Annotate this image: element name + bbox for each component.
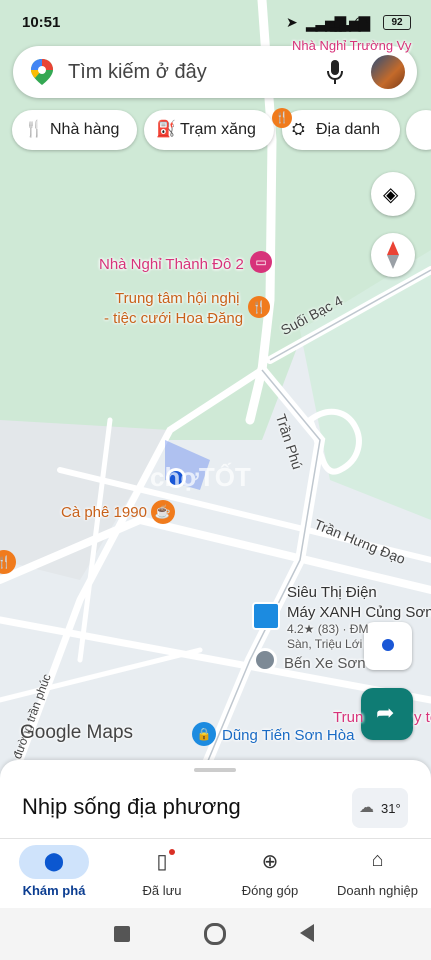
location-icon: ➤ [286, 14, 298, 30]
search-input[interactable]: Tìm kiếm ở đây [68, 61, 207, 84]
nav-label: Doanh nghiệp [337, 883, 418, 898]
sheet-handle[interactable] [194, 768, 236, 772]
back-icon[interactable] [300, 924, 314, 942]
explore-pin-icon: ⬤ [43, 851, 65, 871]
place-label[interactable]: Cà phê 1990 [61, 504, 147, 521]
home-icon[interactable] [204, 923, 226, 945]
watermark: chợTỐT [150, 462, 251, 492]
fork-knife-icon: 🍴 [24, 121, 44, 138]
place-address: Sàn, Triệu Lới [287, 637, 363, 651]
status-time: 10:51 [22, 14, 61, 31]
landmark-icon: ⛭ [292, 121, 305, 138]
hotel-pin-icon[interactable]: ▭ [250, 251, 272, 273]
nav-contribute[interactable]: ⊕ Đóng góp [216, 839, 324, 909]
directions-icon: ➦ [376, 700, 395, 725]
battery-icon: 92 [383, 15, 411, 30]
restaurant-pin-icon[interactable]: 🍴 [272, 108, 292, 128]
bookmark-icon: ▯ [156, 851, 168, 873]
bottom-navigation: ⬤ Khám phá ▯ Đã lưu ⊕ Đóng góp ⌂ Doanh n… [0, 838, 431, 909]
add-circle-icon: ⊕ [261, 851, 279, 873]
cafe-pin-icon[interactable]: ☕ [151, 500, 175, 524]
google-maps-logo: Google Maps [20, 722, 134, 743]
nav-label: Đóng góp [241, 883, 299, 898]
sheet-title: Nhịp sống địa phương [22, 794, 241, 819]
weather-chip[interactable]: ☁ 31° [352, 788, 408, 828]
chip-label: Trạm xăng [180, 121, 256, 138]
microphone-icon[interactable] [326, 59, 344, 85]
chip-label: Nhà hàng [50, 121, 120, 138]
my-location-icon [382, 639, 394, 651]
directions-button[interactable]: ➦ [361, 688, 413, 740]
shop-pin-icon[interactable]: 🔒 [192, 722, 216, 746]
my-location-button[interactable] [364, 622, 412, 670]
layers-button[interactable]: ◈ [371, 172, 415, 216]
system-navigation-bar [0, 908, 431, 960]
chip-restaurants[interactable]: 🍴 Nhà hàng [12, 110, 137, 150]
nav-label: Khám phá [22, 883, 86, 898]
place-label[interactable]: Bến Xe Sơn [284, 655, 366, 672]
wifi-icon: ◠ [354, 14, 368, 31]
nav-label: Đã lưu [142, 883, 182, 898]
compass-button[interactable] [371, 233, 415, 277]
place-label[interactable]: Máy XANH Củng Sơn [287, 604, 431, 621]
chip-label: Địa danh [316, 121, 381, 138]
place-label[interactable]: Dũng Tiến Sơn Hòa [222, 727, 354, 744]
search-bar[interactable]: Tìm kiếm ở đây [13, 46, 417, 98]
place-label[interactable]: Trun [333, 709, 363, 726]
place-label[interactable]: y tế [414, 709, 431, 726]
maps-pin-icon [31, 59, 53, 85]
layers-icon: ◈ [383, 184, 399, 206]
place-label[interactable]: Nhà Nghỉ Trường Vy [292, 38, 411, 53]
place-label[interactable]: - tiệc cưới Hoa Đăng [104, 310, 243, 327]
store-pin-icon[interactable] [252, 602, 280, 630]
recent-apps-icon[interactable] [114, 926, 130, 942]
place-label[interactable]: Trung tâm hội nghị [115, 290, 240, 307]
place-label[interactable]: Nhà Nghỉ Thành Đô 2 [99, 256, 244, 273]
nav-business[interactable]: ⌂ Doanh nghiệp [324, 839, 431, 909]
chip-landmark[interactable]: ⛭ Địa danh [282, 110, 400, 150]
chip-gas-station[interactable]: ⛽ Trạm xăng [144, 110, 274, 150]
bus-station-pin-icon[interactable] [253, 648, 277, 672]
weather-cloud-icon: ☁ [359, 799, 374, 816]
nav-explore[interactable]: ⬤ Khám phá [0, 839, 108, 909]
weather-temp: 31° [381, 801, 401, 816]
storefront-icon: ⌂ [371, 849, 384, 871]
place-rating: 4.2★ (83) · ĐM [287, 622, 369, 636]
gas-station-icon: ⛽ [156, 121, 176, 138]
compass-icon [387, 241, 399, 269]
notification-dot [169, 849, 175, 855]
restaurant-pin-icon[interactable]: 🍴 [248, 296, 270, 318]
nav-saved[interactable]: ▯ Đã lưu [108, 839, 216, 909]
avatar[interactable] [371, 55, 405, 89]
place-label[interactable]: Siêu Thị Điện [287, 584, 377, 601]
